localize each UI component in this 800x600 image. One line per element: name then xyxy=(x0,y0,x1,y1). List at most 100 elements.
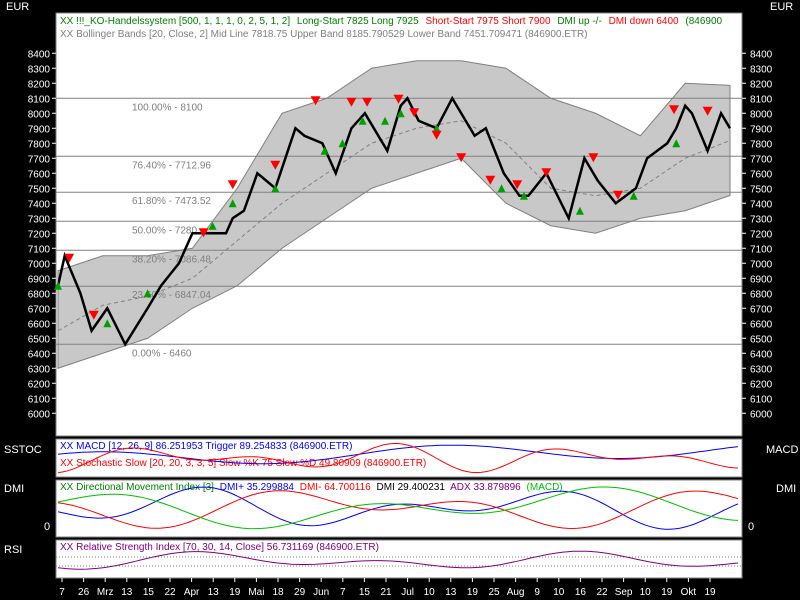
fib-label: 61.80% - 7473.52 xyxy=(132,196,211,207)
y-tick-label-right: 6300 xyxy=(750,364,773,375)
y-tick-label-left: 7400 xyxy=(28,199,51,210)
y-tick-label-left: 6500 xyxy=(28,334,51,345)
bollinger-legend: XX Bollinger Bands [20, Close, 2] Mid Li… xyxy=(60,29,588,40)
x-tick-label: 13 xyxy=(445,587,457,598)
dmi-zero-right: 0 xyxy=(748,521,754,533)
y-tick-label-right: 8100 xyxy=(750,94,773,105)
x-tick-label: 7 xyxy=(340,587,346,598)
y-tick-label-right: 7000 xyxy=(750,259,773,270)
y-tick-label-right: 6000 xyxy=(750,409,773,420)
y-unit-left: EUR xyxy=(6,1,29,13)
dmi-value: DMI 29.400231 xyxy=(377,482,446,493)
y-tick-label-right: 6600 xyxy=(750,319,773,330)
y-tick-label-left: 8200 xyxy=(28,79,51,90)
fib-label: 23.60% - 6847.04 xyxy=(132,290,211,301)
dmi-right-label: DMI xyxy=(776,483,796,495)
y-tick-label-right: 7300 xyxy=(750,214,773,225)
y-tick-label-left: 6000 xyxy=(28,409,51,420)
y-tick-label-left: 6900 xyxy=(28,274,51,285)
x-tick-label: 22 xyxy=(596,587,608,598)
x-tick-label: 22 xyxy=(164,587,176,598)
fib-label: 100.00% - 8100 xyxy=(132,102,203,113)
y-tick-label-left: 7500 xyxy=(28,184,51,195)
x-tick-label: Okt xyxy=(681,587,697,598)
system-dmi-down: DMI down 6400 xyxy=(609,16,679,27)
y-tick-label-left: 7100 xyxy=(28,244,51,255)
system-dmi-up: DMI up -/- xyxy=(557,16,601,27)
rsi-label: RSI xyxy=(4,544,22,556)
x-tick-label: 19 xyxy=(229,587,241,598)
sstoc-label: SSTOC xyxy=(4,444,42,456)
x-tick-label: 10 xyxy=(553,587,565,598)
x-tick-label: 25 xyxy=(488,587,500,598)
x-tick-label: 15 xyxy=(143,587,155,598)
x-tick-label: 19 xyxy=(467,587,479,598)
rsi-legend: XX Relative Strength Index [70, 30, 14, … xyxy=(60,542,379,553)
x-tick-label: Mrz xyxy=(97,587,114,598)
x-tick-label: 19 xyxy=(704,587,716,598)
x-tick-label: Jun xyxy=(313,587,329,598)
y-tick-label-left: 6600 xyxy=(28,319,51,330)
x-tick-label: 21 xyxy=(380,587,392,598)
y-tick-label-left: 6300 xyxy=(28,364,51,375)
dmi-left-label: DMI xyxy=(4,483,24,495)
x-tick-label: Apr xyxy=(184,587,200,598)
y-tick-label-right: 8300 xyxy=(750,64,773,75)
macd-label: MACD xyxy=(766,444,798,456)
y-tick-label-right: 6200 xyxy=(750,379,773,390)
y-tick-label-right: 8200 xyxy=(750,79,773,90)
dmi-zero-left: 0 xyxy=(44,521,50,533)
chart-title: DAX [846900.ETR LAST Täglich] [Close, 25… xyxy=(60,2,511,13)
x-tick-label: Jul xyxy=(401,587,414,598)
y-tick-label-left: 7200 xyxy=(28,229,51,240)
y-tick-label-left: 6700 xyxy=(28,304,51,315)
x-tick-label: 16 xyxy=(575,587,587,598)
fib-label: 38.20% - 7086.48 xyxy=(132,254,211,265)
y-tick-label-right: 7900 xyxy=(750,124,773,135)
x-tick-label: 10 xyxy=(424,587,436,598)
dmi-plus: DMI+ 35.299884 xyxy=(220,482,295,493)
y-tick-label-right: 8400 xyxy=(750,49,773,60)
y-tick-label-right: 7200 xyxy=(750,229,773,240)
y-tick-label-right: 7600 xyxy=(750,169,773,180)
x-tick-label: 15 xyxy=(359,587,371,598)
y-tick-label-right: 7800 xyxy=(750,139,773,150)
system-tail: (846900 xyxy=(685,16,722,27)
y-tick-label-right: 6500 xyxy=(750,334,773,345)
y-unit-right: EUR xyxy=(770,1,793,13)
y-tick-label-right: 6100 xyxy=(750,394,773,405)
x-tick-label: 10 xyxy=(640,587,652,598)
y-tick-label-left: 7800 xyxy=(28,139,51,150)
dmi-legend: XX Directional Movement Index [3] DMI+ 3… xyxy=(60,482,563,493)
y-tick-label-right: 7400 xyxy=(750,199,773,210)
y-tick-label-left: 6400 xyxy=(28,349,51,360)
y-tick-label-right: 7500 xyxy=(750,184,773,195)
x-tick-label: Mai xyxy=(248,587,264,598)
dmi-adx: ADX 33.879896 xyxy=(450,482,521,493)
y-tick-label-left: 7300 xyxy=(28,214,51,225)
y-tick-label-right: 6900 xyxy=(750,274,773,285)
y-tick-label-left: 8300 xyxy=(28,64,51,75)
x-tick-label: 19 xyxy=(661,587,673,598)
y-tick-label-left: 6800 xyxy=(28,289,51,300)
y-tick-label-right: 7100 xyxy=(750,244,773,255)
y-tick-label-right: 6400 xyxy=(750,349,773,360)
x-tick-label: 13 xyxy=(208,587,220,598)
x-tick-label: 7 xyxy=(59,587,65,598)
x-tick-label: 13 xyxy=(121,587,133,598)
dmi-prefix: XX Directional Movement Index [3] xyxy=(60,482,214,493)
y-tick-label-left: 6200 xyxy=(28,379,51,390)
dmi-minus: DMI- 64.700116 xyxy=(300,482,371,493)
system-prefix: XX !!!_KO-Handelssystem [500, 1, 1, 1, 0… xyxy=(60,16,290,27)
y-tick-label-right: 6800 xyxy=(750,289,773,300)
system-short: Short-Start 7975 Short 7900 xyxy=(425,16,551,27)
x-tick-label: Aug xyxy=(507,587,525,598)
system-long: Long-Start 7825 Long 7925 xyxy=(297,16,419,27)
y-tick-label-left: 8000 xyxy=(28,109,51,120)
y-tick-label-left: 7000 xyxy=(28,259,51,270)
y-tick-label-left: 8400 xyxy=(28,49,51,60)
y-tick-label-right: 7700 xyxy=(750,154,773,165)
fib-label: 50.00% - 7280 xyxy=(132,225,197,236)
macd-legend: XX MACD [12, 26, 9] 86.251953 Trigger 89… xyxy=(60,441,352,452)
fib-label: 0.00% - 6460 xyxy=(132,348,192,359)
